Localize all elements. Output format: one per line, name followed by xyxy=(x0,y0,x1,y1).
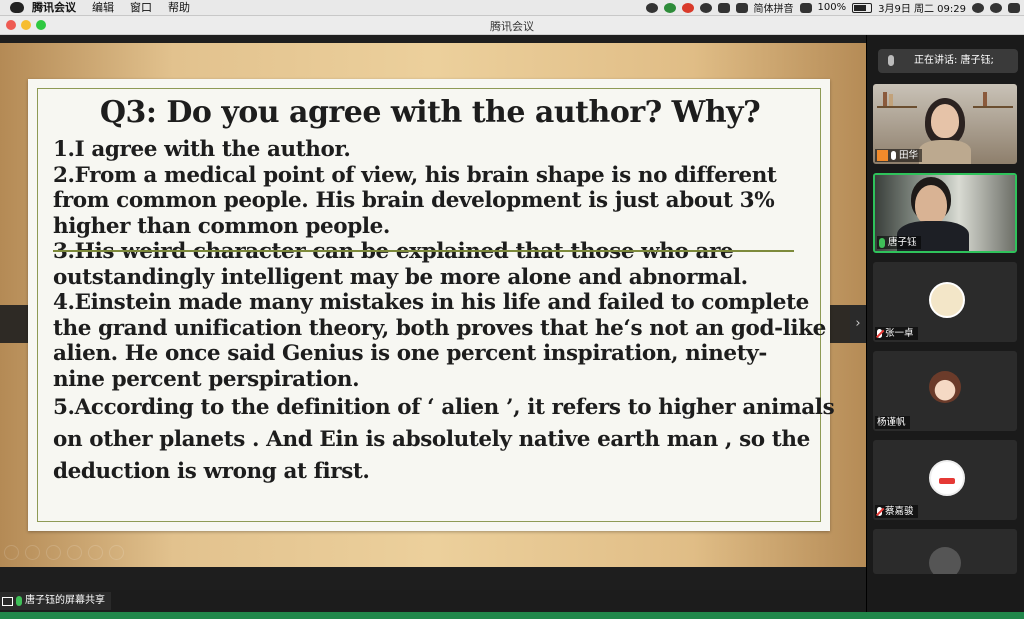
avatar xyxy=(929,547,961,574)
slide-line: higher than common people. xyxy=(53,213,390,239)
grid-icon[interactable] xyxy=(67,545,82,560)
participant-name: 田华 xyxy=(875,149,923,162)
slide-line: 1.I agree with the author. xyxy=(53,137,351,162)
java-logo-icon xyxy=(939,478,955,484)
notification-icon[interactable] xyxy=(645,2,658,13)
participant-tile[interactable]: 杨谨帆 xyxy=(873,351,1017,431)
participant-tile-active[interactable]: 唐子钰 xyxy=(873,173,1017,253)
slide-line: 2.From a medical point of view, his brai… xyxy=(53,162,777,188)
screen-share-label: 唐子钰的屏幕共享 xyxy=(0,592,111,610)
slide-body: 1.I agree with the author. 2.From a medi… xyxy=(53,137,835,488)
slide-line: from common people. His brain developmen… xyxy=(53,188,775,213)
participant-tile[interactable]: 田华 xyxy=(873,84,1017,164)
face xyxy=(931,104,959,138)
bookshelf xyxy=(973,106,1013,108)
menubar: 腾讯会议 编辑 窗口 帮助 简体拼音 100% 3月9日 周二 09:29 xyxy=(0,0,1024,16)
face xyxy=(915,185,947,225)
mic-icon xyxy=(888,55,894,66)
book xyxy=(983,92,987,106)
book xyxy=(889,94,893,106)
dock-strip xyxy=(0,612,1024,619)
pen-icon[interactable] xyxy=(46,545,61,560)
clothes xyxy=(919,140,971,164)
slide-line: the grand unification theory, both prove… xyxy=(53,315,826,341)
slide-line: outstandingly intelligent may be more al… xyxy=(53,264,748,290)
wifi-icon[interactable] xyxy=(735,2,748,13)
window-title: 腾讯会议 xyxy=(490,20,534,33)
control-center-icon[interactable] xyxy=(1008,2,1020,13)
slide-line: alien. He once said Genius is one percen… xyxy=(53,341,767,366)
speaking-text: 正在讲话: 唐子钰; xyxy=(914,55,994,66)
window-titlebar: 腾讯会议 xyxy=(0,16,1024,35)
menu-window[interactable]: 窗口 xyxy=(130,0,152,15)
record-icon[interactable] xyxy=(681,2,694,13)
slide-title: Q3: Do you agree with the author? Why? xyxy=(99,95,761,130)
participant-name-text: 田华 xyxy=(899,150,919,161)
more-icon[interactable] xyxy=(109,545,124,560)
time-machine-icon[interactable] xyxy=(699,2,712,13)
menu-edit[interactable]: 编辑 xyxy=(92,0,114,15)
screen-share-owner: 唐子钰的屏幕共享 xyxy=(25,595,105,606)
slide-line: 5.According to the definition of ‘ alien… xyxy=(53,395,835,420)
mic-icon xyxy=(879,237,885,248)
battery-percent: 100% xyxy=(817,2,847,13)
siri-icon[interactable] xyxy=(990,2,1002,13)
mic-icon xyxy=(16,596,22,606)
volume-icon[interactable] xyxy=(799,2,812,13)
slide-divider xyxy=(53,250,794,252)
status-tray: 简体拼音 100% 3月9日 周二 09:29 xyxy=(645,0,1020,15)
participant-name-text: 杨谨帆 xyxy=(877,417,906,428)
menu-app[interactable]: 腾讯会议 xyxy=(32,0,76,15)
mic-muted-icon xyxy=(877,329,882,338)
slide-line: deduction is wrong at first. xyxy=(53,459,370,484)
chevron-right-icon[interactable]: › xyxy=(850,305,866,343)
participant-name-text: 蔡嘉骏 xyxy=(885,506,914,517)
participant-tile[interactable] xyxy=(873,529,1017,574)
menu-help[interactable]: 帮助 xyxy=(168,0,190,15)
book xyxy=(883,92,887,106)
java-avatar xyxy=(929,460,965,496)
slide-controls xyxy=(0,545,124,563)
bluetooth-icon[interactable] xyxy=(717,2,730,13)
avatar xyxy=(929,371,961,403)
participant-tile[interactable]: 张一卓 xyxy=(873,262,1017,342)
participant-name: 张一卓 xyxy=(875,327,918,340)
participant-name: 唐子钰 xyxy=(877,236,921,249)
input-method[interactable]: 简体拼音 xyxy=(754,0,794,15)
mic-icon xyxy=(891,151,896,160)
participant-name: 蔡嘉骏 xyxy=(875,505,918,518)
prev-icon[interactable] xyxy=(4,545,19,560)
mic-muted-icon xyxy=(877,507,882,516)
slide-line: 4.Einstein made many mistakes in his lif… xyxy=(53,290,809,315)
host-badge-icon xyxy=(877,150,888,161)
next-icon[interactable] xyxy=(25,545,40,560)
participant-name-text: 唐子钰 xyxy=(888,237,917,248)
zoom-icon[interactable] xyxy=(88,545,103,560)
wechat-icon[interactable] xyxy=(663,2,676,13)
participant-name: 杨谨帆 xyxy=(875,416,910,429)
avatar xyxy=(929,282,965,318)
participant-name-text: 张一卓 xyxy=(885,328,914,339)
slide-line: on other planets . And Ein is absolutely… xyxy=(53,427,810,452)
participant-tile[interactable]: 蔡嘉骏 xyxy=(873,440,1017,520)
slide: Q3: Do you agree with the author? Why? 1… xyxy=(28,79,835,531)
screen-share-icon xyxy=(2,596,13,606)
clock[interactable]: 3月9日 周二 09:29 xyxy=(878,0,966,15)
battery-icon[interactable] xyxy=(852,2,873,13)
bookshelf xyxy=(877,106,917,108)
apple-menu-icon[interactable] xyxy=(10,2,24,13)
spotlight-icon[interactable] xyxy=(972,2,984,13)
slide-line: nine percent perspiration. xyxy=(53,366,360,392)
speaking-indicator: 正在讲话: 唐子钰; xyxy=(878,49,1018,73)
